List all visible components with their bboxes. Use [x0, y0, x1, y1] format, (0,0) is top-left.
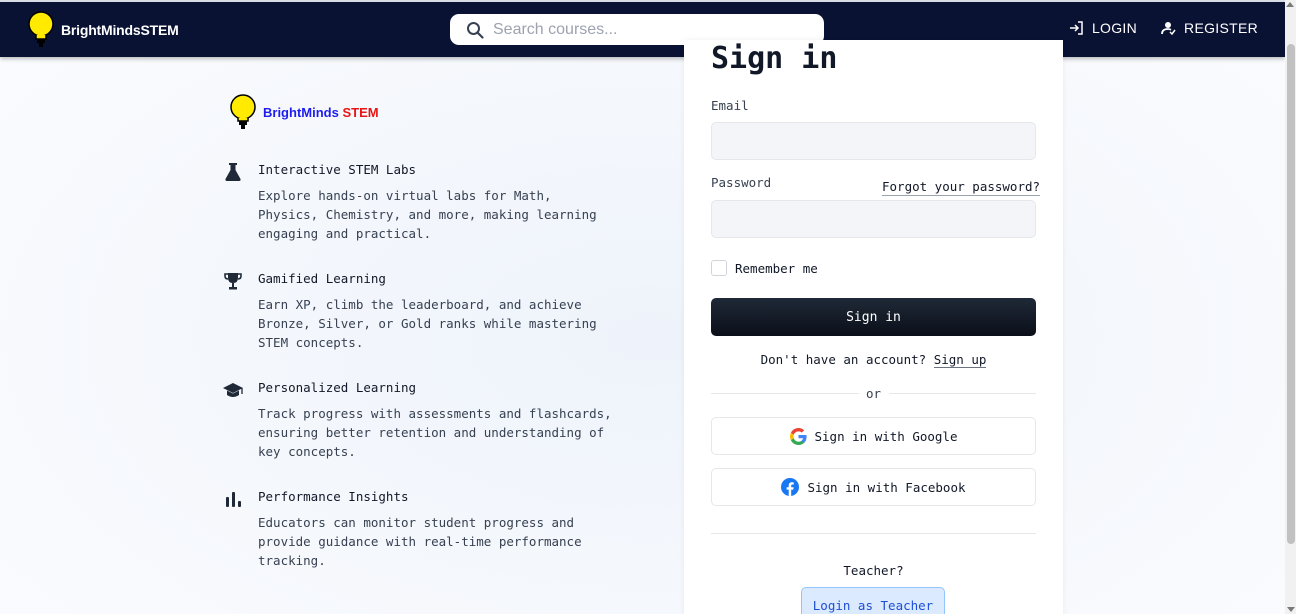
section-divider [711, 533, 1036, 534]
left-brand-name: BrightMinds STEM [263, 105, 379, 120]
trophy-icon [222, 271, 244, 291]
login-link[interactable]: LOGIN [1069, 20, 1137, 36]
nav-brand-name: BrightMindsSTEM [61, 22, 179, 38]
feature-description: Track progress with assessments and flas… [258, 406, 612, 460]
feature-title: Gamified Learning [258, 271, 386, 286]
nav-actions: LOGIN REGISTER [1045, 20, 1258, 36]
scroll-up-arrow-icon[interactable] [1286, 2, 1294, 7]
teacher-login-button[interactable]: Login as Teacher [801, 587, 945, 614]
register-label: REGISTER [1184, 20, 1258, 36]
signup-prompt: Don't have an account? Sign up [684, 352, 1063, 368]
email-field[interactable] [711, 122, 1036, 160]
facebook-icon [781, 478, 800, 496]
signin-card: Sign in Email Password Forgot your passw… [684, 40, 1063, 614]
nav-brand[interactable]: BrightMindsSTEM [27, 11, 179, 49]
no-account-text: Don't have an account? [760, 352, 927, 367]
signin-button[interactable]: Sign in [711, 298, 1036, 336]
email-label: Email [711, 98, 749, 113]
brand-part-stem: STEM [342, 104, 379, 120]
forgot-password-link[interactable]: Forgot your password? [882, 179, 1041, 196]
or-divider: or [711, 386, 1036, 401]
remember-me-checkbox[interactable] [711, 260, 727, 276]
signup-link[interactable]: Sign up [933, 352, 987, 368]
login-icon [1069, 21, 1083, 35]
google-signin-label: Sign in with Google [814, 428, 958, 444]
facebook-signin-label: Sign in with Facebook [807, 479, 966, 495]
scrollbar-thumb[interactable] [1287, 44, 1295, 544]
password-field[interactable] [711, 200, 1036, 238]
lightbulb-logo-icon [28, 11, 54, 47]
scroll-down-arrow-icon[interactable] [1287, 607, 1295, 612]
lightbulb-logo-icon [230, 94, 256, 129]
top-navbar: BrightMindsSTEM LOGIN REGISTER [0, 0, 1285, 57]
feature-title: Performance Insights [258, 489, 409, 504]
bar-chart-icon [222, 489, 244, 509]
feature-description: Educators can monitor student progress a… [258, 515, 582, 569]
google-signin-button[interactable]: Sign in with Google [711, 417, 1036, 455]
graduation-cap-icon [222, 380, 244, 400]
or-text: or [865, 386, 882, 401]
feature-title: Personalized Learning [258, 380, 417, 395]
login-label: LOGIN [1091, 20, 1138, 36]
remember-me-label[interactable]: Remember me [735, 261, 818, 276]
flask-icon [222, 162, 244, 182]
register-link[interactable]: REGISTER [1161, 20, 1258, 36]
user-add-icon [1161, 22, 1176, 35]
teacher-question: Teacher? [843, 563, 904, 578]
google-icon [789, 427, 807, 445]
search-input[interactable] [493, 20, 793, 39]
feature-title: Interactive STEM Labs [258, 162, 417, 177]
feature-description: Earn XP, climb the leaderboard, and achi… [258, 297, 597, 351]
search-icon [467, 21, 484, 39]
password-label: Password [711, 175, 772, 190]
brand-part-brightminds: BrightMinds [263, 104, 339, 120]
page-title: Sign in [711, 41, 838, 76]
feature-description: Explore hands-on virtual labs for Math, … [258, 188, 597, 242]
facebook-signin-button[interactable]: Sign in with Facebook [711, 468, 1036, 506]
left-brand: BrightMinds STEM [229, 94, 379, 130]
